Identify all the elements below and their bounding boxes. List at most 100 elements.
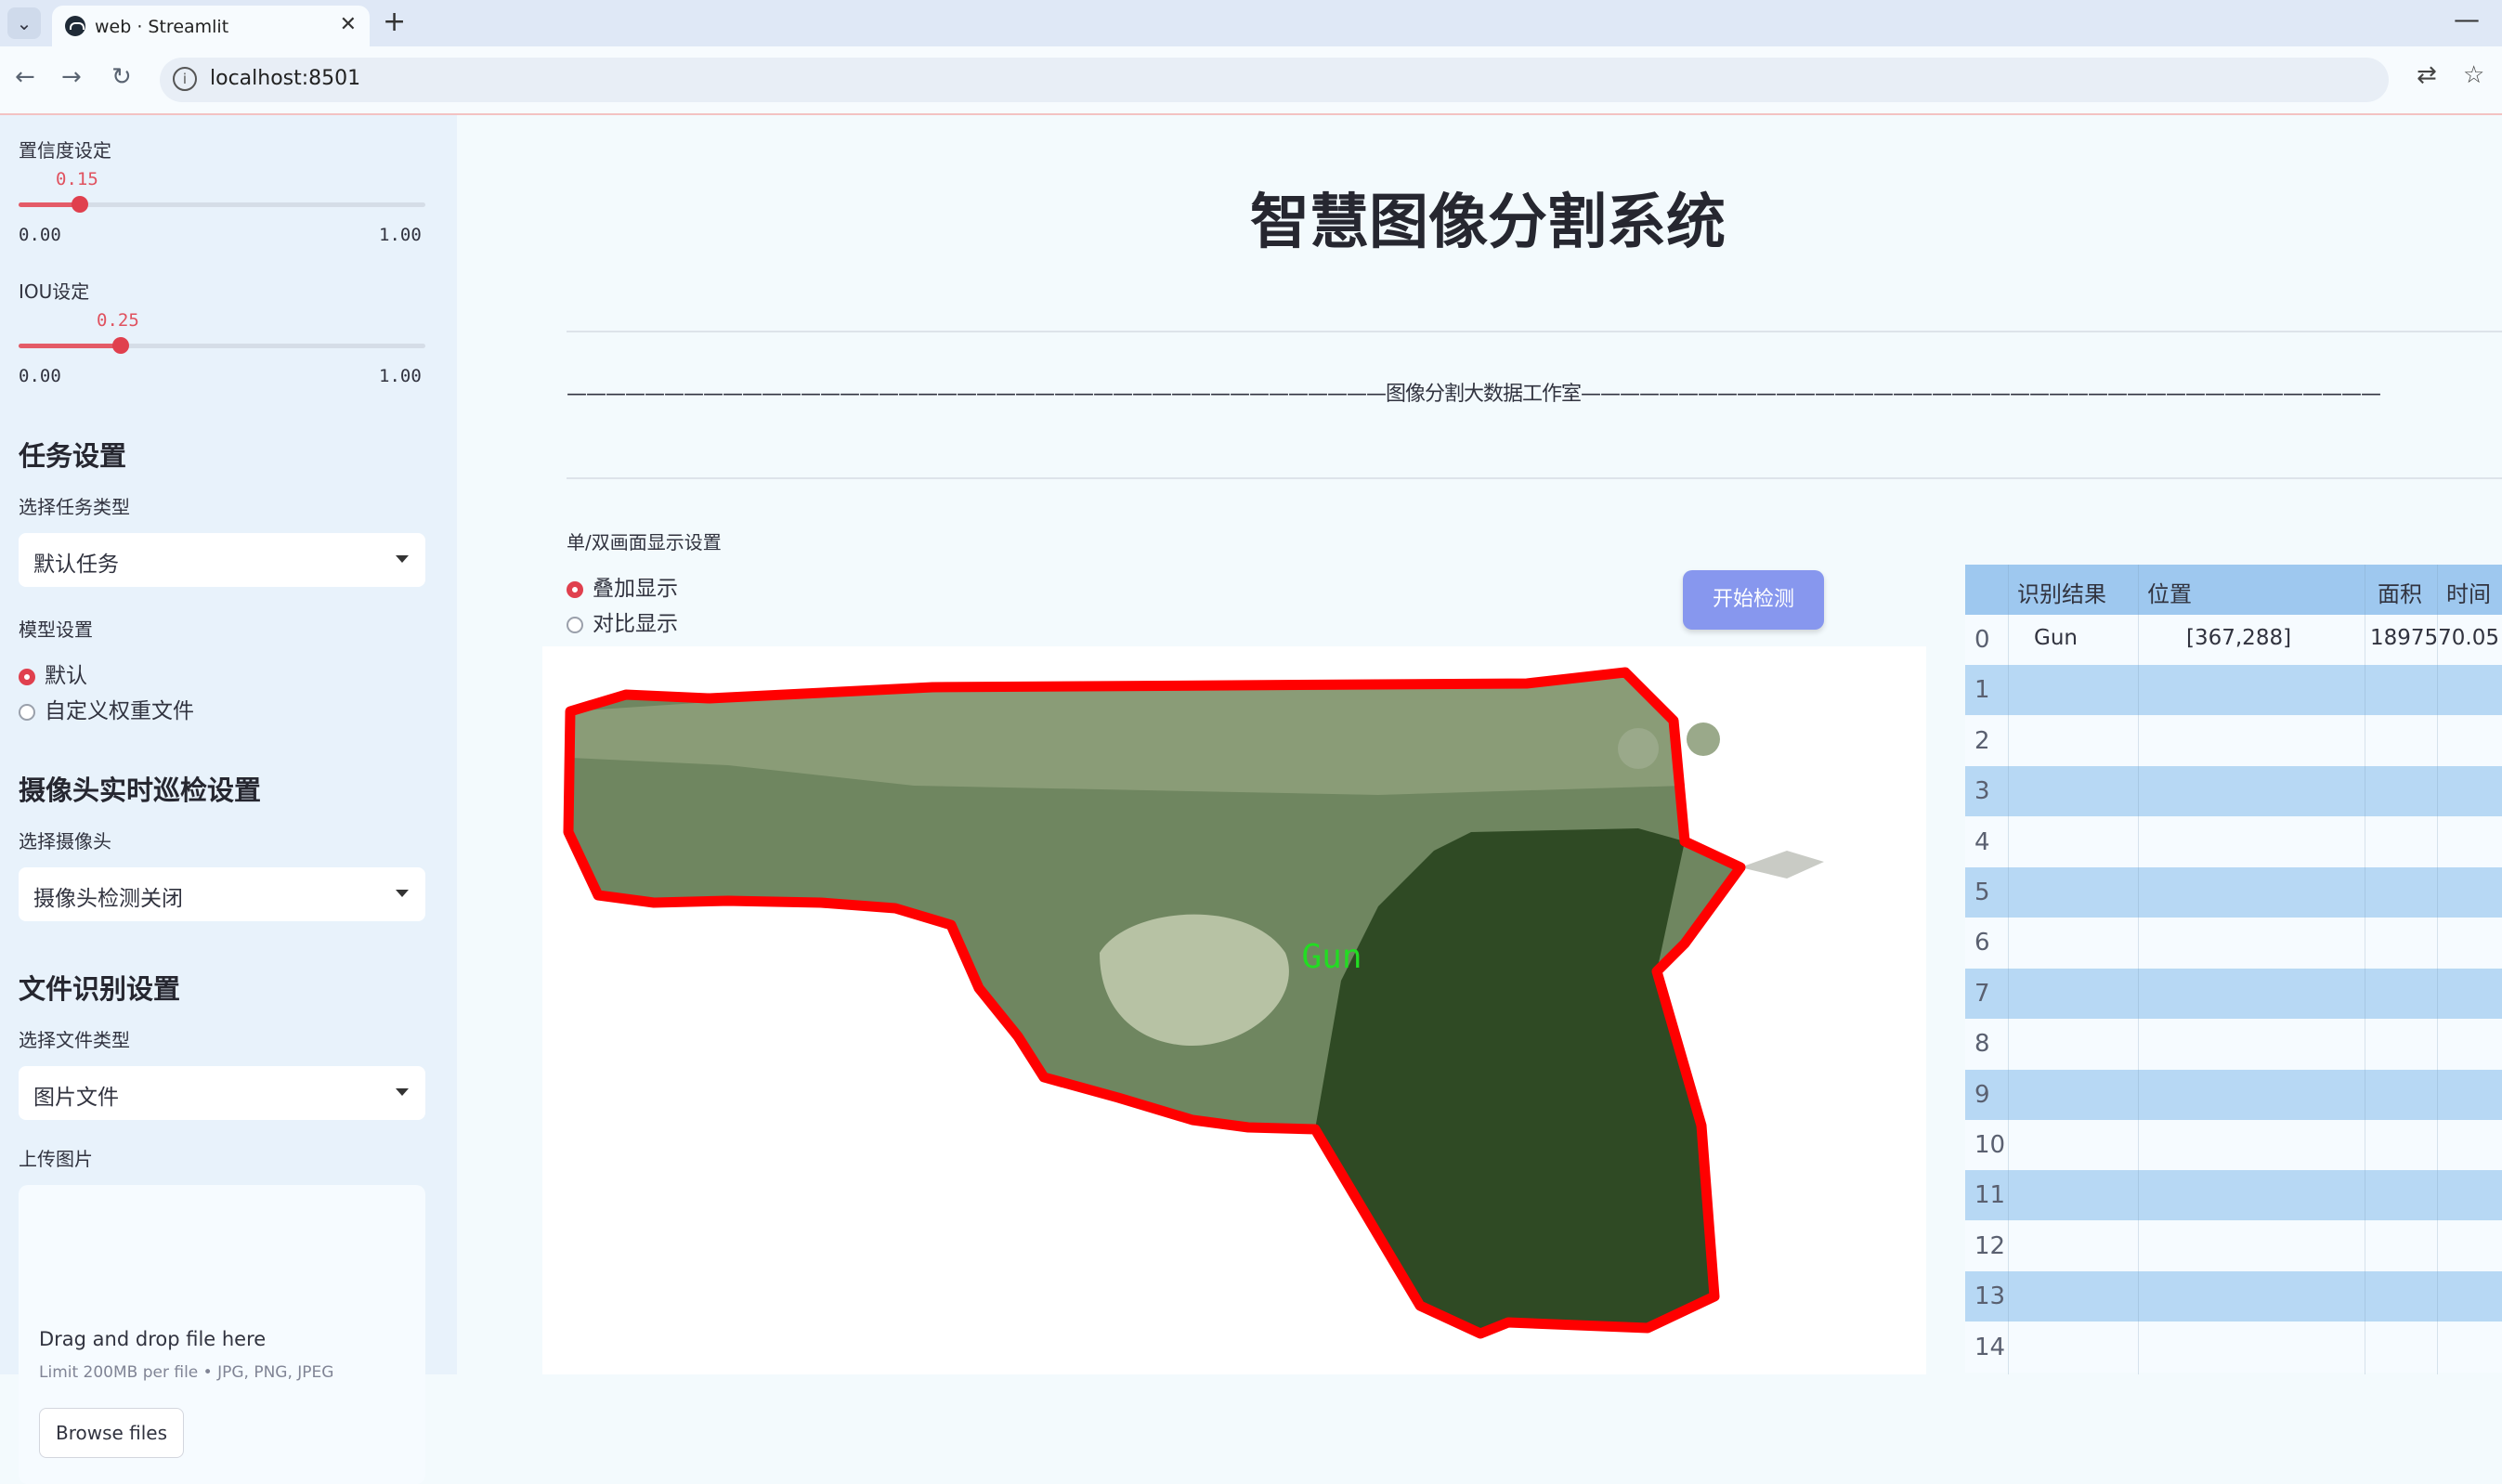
task-type-select[interactable]: 默认任务 [19, 533, 425, 587]
row-index: 13 [1974, 1282, 2006, 1311]
model-option-custom[interactable]: 自定义权重文件 [19, 693, 194, 724]
results-table[interactable]: 识别结果 位置 面积 时间 0 Gun [367,288] 1897570.05 1 2 3… [1965, 565, 2502, 1374]
iou-slider-fill [19, 344, 121, 348]
col-header-position: 位置 [2147, 581, 2192, 607]
table-row[interactable]: 2 [1965, 715, 2502, 766]
detection-label: Gun [1301, 938, 1362, 976]
display-option-compare-label: 对比显示 [593, 612, 678, 636]
column-divider [2437, 565, 2438, 1374]
page-title: 智慧图像分割系统 [1250, 189, 1726, 257]
table-row[interactable]: 8 [1965, 1019, 2502, 1070]
camera-selected: 摄像头检测关闭 [33, 887, 183, 911]
display-option-overlay[interactable]: 叠加显示 [567, 570, 678, 602]
table-header: 识别结果 位置 面积 时间 [1965, 565, 2502, 615]
row-index: 12 [1974, 1231, 2006, 1260]
browse-files-button[interactable]: Browse files [39, 1408, 184, 1458]
table-row[interactable]: 1 [1965, 665, 2502, 716]
column-divider [2138, 565, 2139, 1374]
chevron-down-icon [396, 1088, 409, 1096]
sidebar: 置信度设定 0.15 0.00 1.00 IOU设定 0.25 0.00 1.0… [0, 115, 457, 1484]
row-index: 4 [1974, 827, 1990, 856]
table-row[interactable]: 7 [1965, 968, 2502, 1019]
confidence-min: 0.00 [19, 225, 61, 245]
result-image: Gun [542, 646, 1926, 1374]
row-index: 8 [1974, 1030, 1990, 1059]
file-select-label: 选择文件类型 [19, 1029, 130, 1051]
table-row[interactable]: 3 [1965, 766, 2502, 817]
studio-banner: ————————————————————————————————————————… [567, 383, 2381, 406]
row-index: 3 [1974, 777, 1990, 806]
table-row[interactable]: 13 [1965, 1271, 2502, 1322]
browser-tab-strip: ⌄ web · Streamlit ✕ + — [0, 0, 2502, 46]
table-row[interactable]: 6 [1965, 918, 2502, 969]
file-section-title: 文件识别设置 [19, 973, 181, 1005]
start-detection-button[interactable]: 开始检测 [1683, 570, 1824, 630]
tab-search-dropdown-icon[interactable]: ⌄ [7, 7, 41, 39]
col-header-time: 时间 [2446, 581, 2491, 607]
row-index: 10 [1974, 1131, 2006, 1159]
confidence-value: 0.15 [56, 169, 98, 189]
row-index: 1 [1974, 676, 1990, 705]
table-row[interactable]: 12 [1965, 1220, 2502, 1271]
bookmark-star-icon[interactable]: ☆ [2463, 61, 2484, 89]
upload-label: 上传图片 [19, 1148, 93, 1170]
camera-select-label: 选择摄像头 [19, 830, 111, 853]
file-dropzone[interactable]: Drag and drop file here Limit 200MB per … [19, 1185, 425, 1484]
table-row[interactable]: 5 [1965, 867, 2502, 918]
minimize-icon[interactable]: — [2454, 4, 2480, 34]
table-row[interactable]: 10 [1965, 1120, 2502, 1170]
iou-slider[interactable] [19, 337, 425, 354]
radio-unchecked-icon [567, 617, 583, 633]
translate-icon[interactable]: ⇄ [2417, 61, 2437, 89]
table-row[interactable]: 14 [1965, 1321, 2502, 1373]
table-row[interactable]: 11 [1965, 1170, 2502, 1221]
task-type-selected: 默认任务 [33, 553, 119, 577]
chevron-down-icon [396, 890, 409, 897]
row-index: 5 [1974, 879, 1990, 906]
task-section-title: 任务设置 [19, 440, 127, 472]
row-result: Gun [2034, 626, 2078, 650]
file-type-selected: 图片文件 [33, 1086, 119, 1110]
iou-slider-thumb[interactable] [112, 337, 129, 354]
streamlit-favicon-icon [65, 16, 85, 36]
file-type-select[interactable]: 图片文件 [19, 1066, 425, 1120]
row-index: 7 [1974, 979, 1990, 1008]
divider [567, 331, 2502, 332]
task-select-label: 选择任务类型 [19, 496, 130, 518]
browser-tab[interactable]: web · Streamlit ✕ [52, 6, 370, 46]
model-label: 模型设置 [19, 618, 93, 641]
forward-icon[interactable]: → [61, 63, 82, 91]
tab-close-icon[interactable]: ✕ [340, 13, 357, 36]
row-index: 9 [1974, 1080, 1990, 1109]
model-option-default[interactable]: 默认 [19, 657, 87, 689]
table-row[interactable]: 0 Gun [367,288] 1897570.05 [1965, 615, 2502, 665]
chevron-down-icon [396, 555, 409, 563]
col-header-result: 识别结果 [2017, 581, 2106, 607]
confidence-slider[interactable] [19, 196, 425, 213]
display-setting-label: 单/双画面显示设置 [567, 531, 722, 553]
row-index: 0 [1974, 626, 1990, 654]
table-row[interactable]: 4 [1965, 816, 2502, 867]
camera-select[interactable]: 摄像头检测关闭 [19, 867, 425, 921]
new-tab-icon[interactable]: + [383, 6, 406, 38]
confidence-label: 置信度设定 [19, 139, 111, 162]
confidence-max: 1.00 [379, 225, 422, 245]
iou-max: 1.00 [379, 366, 422, 386]
camera-section-title: 摄像头实时巡检设置 [19, 775, 262, 806]
address-bar[interactable]: i localhost:8501 [160, 58, 2389, 102]
segmentation-overlay: Gun [563, 667, 1824, 1339]
row-position: [367,288] [2186, 626, 2292, 650]
browser-toolbar: ← → ↻ i localhost:8501 ⇄ ☆ [0, 46, 2502, 115]
iou-label: IOU设定 [19, 280, 90, 303]
site-info-icon[interactable]: i [173, 67, 197, 91]
display-option-compare[interactable]: 对比显示 [567, 605, 678, 637]
row-index: 11 [1974, 1181, 2006, 1210]
iou-min: 0.00 [19, 366, 61, 386]
confidence-slider-thumb[interactable] [72, 196, 88, 213]
back-icon[interactable]: ← [15, 63, 35, 91]
table-row[interactable]: 9 [1965, 1069, 2502, 1120]
radio-checked-icon [19, 669, 35, 685]
reload-icon[interactable]: ↻ [111, 63, 132, 91]
dropzone-text: Drag and drop file here [39, 1328, 267, 1350]
url-text: localhost:8501 [210, 67, 361, 90]
